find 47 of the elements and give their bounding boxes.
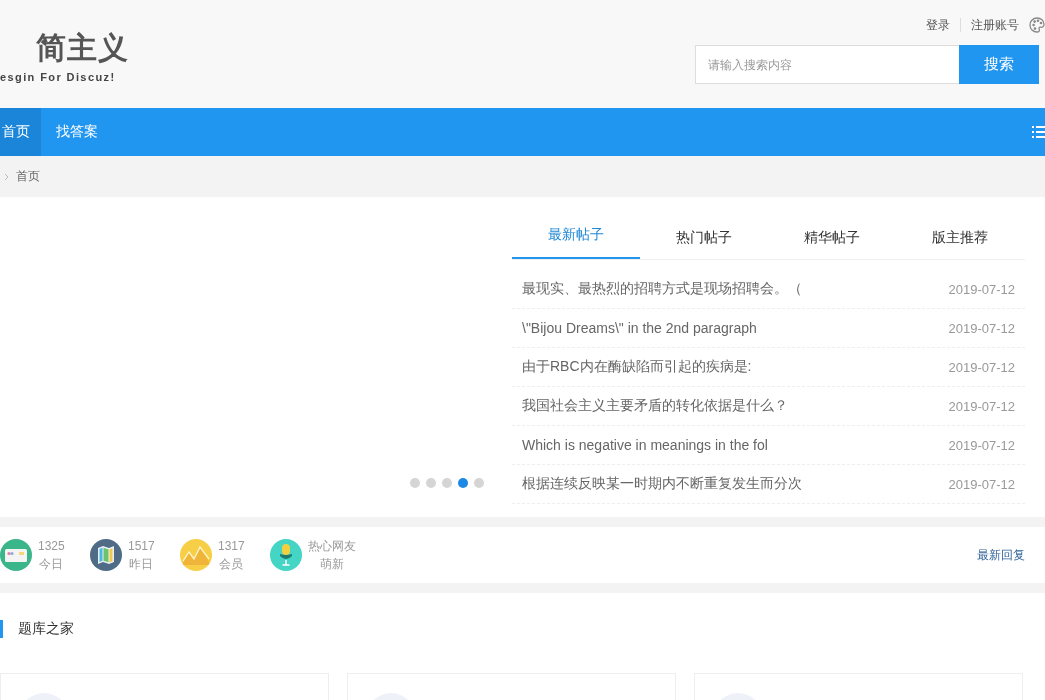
- tab[interactable]: 热门帖子: [640, 218, 768, 259]
- post-title-link[interactable]: 由于RBC内在酶缺陷而引起的疾病是:: [522, 358, 752, 376]
- section-title: 题库之家: [18, 620, 74, 638]
- post-date: 2019-07-12: [948, 437, 1015, 453]
- logo-title: 简主义: [35, 30, 129, 66]
- post-date: 2019-07-12: [948, 359, 1015, 375]
- menu-icon[interactable]: [1032, 126, 1045, 138]
- tab[interactable]: 最新帖子: [512, 218, 640, 259]
- microphone-icon: [270, 539, 302, 571]
- logo-subtitle: esgin For Discuz!: [0, 70, 117, 84]
- stat-label: 萌新: [320, 556, 344, 573]
- tab[interactable]: 版主推荐: [896, 218, 1024, 259]
- post-title-link[interactable]: \"Bijou Dreams\" in the 2nd paragraph: [522, 320, 757, 336]
- post-date: 2019-07-12: [948, 281, 1015, 297]
- stat-value: 热心网友: [308, 538, 356, 555]
- search-field[interactable]: 请输入搜索内容: [695, 45, 959, 84]
- carousel-dot[interactable]: [442, 478, 452, 488]
- carousel-dot[interactable]: [426, 478, 436, 488]
- carousel-dot[interactable]: [474, 478, 484, 488]
- post-date: 2019-07-12: [948, 398, 1015, 414]
- stat-value: 1325: [38, 538, 65, 555]
- user-link[interactable]: 登录: [926, 16, 950, 34]
- map-icon: [90, 539, 122, 571]
- post-title-link[interactable]: 最现实、最热烈的招聘方式是现场招聘会。（: [522, 280, 802, 298]
- stat-label: 今日: [39, 556, 64, 573]
- post-date: 2019-07-12: [948, 320, 1015, 336]
- carousel-dot[interactable]: [458, 478, 468, 488]
- latest-replies-link[interactable]: 最新回复: [977, 546, 1025, 564]
- accent-bar: [0, 620, 3, 638]
- stat-label: 昨日: [129, 556, 154, 573]
- stat-value: 1317: [218, 538, 245, 555]
- user-link[interactable]: 注册账号: [971, 16, 1019, 34]
- nav-item[interactable]: 首页: [0, 108, 41, 156]
- post-title-link[interactable]: 根据连续反映某一时期内不断重复发生而分次: [522, 475, 802, 493]
- tab[interactable]: 精华帖子: [768, 218, 896, 259]
- palette-icon[interactable]: [1029, 17, 1045, 33]
- carousel-dot[interactable]: [410, 478, 420, 488]
- stat-value: 1517: [128, 538, 155, 555]
- post-title-link[interactable]: 我国社会主义主要矛盾的转化依据是什么？: [522, 397, 788, 415]
- post-title-link[interactable]: Which is negative in meanings in the fol: [522, 437, 768, 453]
- post-date: 2019-07-12: [948, 476, 1015, 492]
- breadcrumb-link[interactable]: 首页: [16, 168, 40, 185]
- chart-icon: [180, 539, 212, 571]
- stat-label: 会员: [219, 556, 244, 573]
- search-button[interactable]: 搜索: [959, 45, 1039, 84]
- nav-item[interactable]: 找答案: [41, 108, 113, 156]
- chevron-icon: [4, 172, 9, 181]
